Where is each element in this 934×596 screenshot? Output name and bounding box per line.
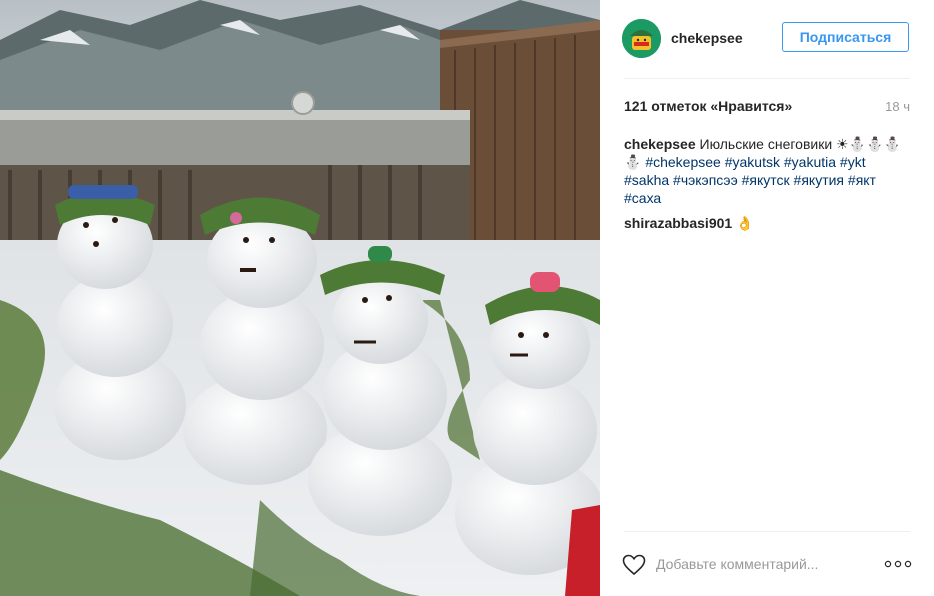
hashtag-link[interactable]: #yakutia	[784, 154, 836, 170]
comment-text: 👌	[736, 215, 754, 231]
follow-button[interactable]: Подписаться	[782, 22, 909, 52]
hashtag-link[interactable]: #chekepsee	[645, 154, 721, 170]
hashtag-link[interactable]: #yakutsk	[725, 154, 780, 170]
post-username[interactable]: chekepsee	[671, 30, 743, 46]
hashtag-link[interactable]: #ykt	[840, 154, 866, 170]
post-sidebar: chekepsee Подписаться 121 отметок «Нрави…	[600, 0, 934, 596]
post-header: chekepsee Подписаться	[600, 0, 934, 78]
likes-count[interactable]: 121 отметок «Нравится»	[624, 98, 792, 114]
more-options-icon[interactable]	[884, 556, 912, 572]
heart-icon[interactable]	[622, 554, 646, 576]
comment-username[interactable]: shirazabbasi901	[624, 215, 732, 231]
avatar[interactable]	[622, 19, 661, 58]
hashtag-link[interactable]: #якт	[848, 172, 876, 188]
post-photo[interactable]	[0, 0, 600, 596]
hashtag-link[interactable]: #sakha	[624, 172, 669, 188]
avatar-image-icon	[622, 19, 661, 58]
hashtag-link[interactable]: #якутск	[742, 172, 790, 188]
comment-input[interactable]	[656, 552, 856, 576]
hashtag-link[interactable]: #чэкэпсээ	[673, 172, 738, 188]
hashtag-link[interactable]: #саха	[624, 190, 661, 206]
hashtag-link[interactable]: #якутия	[794, 172, 844, 188]
comment-footer	[600, 531, 934, 596]
snowmen-photo-image	[0, 0, 600, 596]
comment-item: shirazabbasi901 👌	[624, 214, 914, 232]
caption-username[interactable]: chekepsee	[624, 136, 696, 152]
post-caption: chekepsee Июльские снеговики ☀⛄⛄⛄⛄ #chek…	[624, 135, 914, 207]
post-timestamp[interactable]: 18 ч	[885, 99, 910, 114]
header-divider	[624, 78, 910, 79]
